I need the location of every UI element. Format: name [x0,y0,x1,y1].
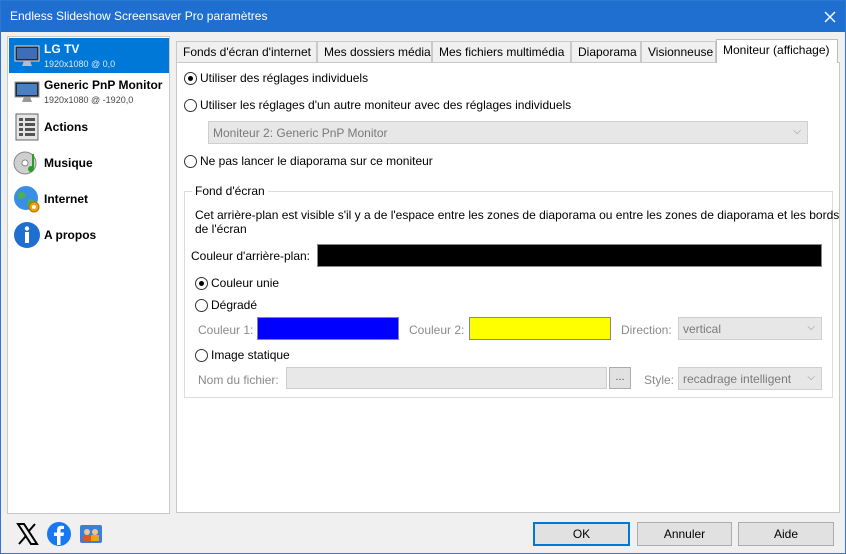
monitor-icon [14,81,40,102]
radio-indicator [195,276,208,290]
radio-label: Ne pas lancer le diaporama sur ce monite… [200,154,433,168]
style-select[interactable]: recadrage intelligent ⌵ [678,367,822,390]
radio-label: Couleur unie [211,276,280,290]
window-title: Endless Slideshow Screensaver Pro paramè… [10,9,268,23]
monitor-icon [14,45,40,66]
monitor-resolution: 1920x1080 @ -1920,0 [44,95,134,105]
color2-label: Couleur 2: [409,323,465,337]
radio-other-monitor-settings[interactable]: Utiliser les réglages d'un autre moniteu… [184,98,571,112]
color1-label: Couleur 1: [198,323,254,337]
chevron-down-icon: ⌵ [807,322,815,333]
close-button[interactable] [815,1,845,32]
tab-media-folders[interactable]: Mes dossiers média [317,41,432,62]
tab-internet-wallpapers[interactable]: Fonds d'écran d'internet [176,41,317,62]
other-monitor-select[interactable]: Moniteur 2: Generic PnP Monitor ⌵ [208,121,808,144]
radio-no-slideshow[interactable]: Ne pas lancer le diaporama sur ce monite… [184,154,433,168]
color1-swatch[interactable] [257,317,399,340]
tab-viewer[interactable]: Visionneuse [641,41,716,62]
radio-label: Utiliser les réglages d'un autre moniteu… [200,98,572,112]
sidebar-item-musique[interactable]: Musique [9,146,169,180]
wallpaper-group: Fond d'écran Cet arrière-plan est visibl… [184,184,839,398]
chevron-down-icon: ⌵ [807,372,815,383]
radio-indicator [184,71,197,85]
wallpaper-description: Cet arrière-plan est visible s'il y a de… [195,208,840,222]
bg-color-label: Couleur d'arrière-plan: [191,249,311,263]
settings-window: Endless Slideshow Screensaver Pro paramè… [0,0,846,554]
chevron-down-icon: ⌵ [793,126,801,137]
sidebar-item-monitor-lg-tv[interactable]: LG TV 1920x1080 @ 0,0 [9,38,169,73]
help-button[interactable]: Aide [738,522,834,546]
filename-label: Nom du fichier: [198,373,279,387]
cancel-button[interactable]: Annuler [637,522,732,546]
radio-indicator [195,348,208,362]
radio-indicator [184,154,197,168]
tab-media-files[interactable]: Mes fichiers multimédia [432,41,571,62]
direction-label: Direction: [621,323,672,337]
browse-button[interactable]: ... [609,367,631,389]
x-logo-icon[interactable] [14,521,40,547]
music-disc-icon [13,151,37,175]
color2-swatch[interactable] [469,317,611,340]
radio-label: Dégradé [211,298,258,312]
sidebar-item-a-propos[interactable]: A propos [9,218,169,252]
title-bar: Endless Slideshow Screensaver Pro paramè… [1,1,845,32]
monitor-name: Generic PnP Monitor [44,78,163,92]
select-value: vertical [683,322,722,336]
radio-indicator [195,298,208,312]
facebook-icon[interactable] [46,521,72,547]
radio-individual-settings[interactable]: Utiliser des réglages individuels [184,71,368,85]
close-icon [824,11,836,22]
monitor-resolution: 1920x1080 @ 0,0 [44,59,116,69]
sidebar-item-label: Internet [44,192,89,206]
sidebar-item-label: A propos [44,228,97,242]
globe-icon [14,186,40,213]
wallpaper-description-cont: de l'écran [195,222,247,236]
style-label: Style: [644,373,675,387]
monitor-name: LG TV [44,42,80,56]
radio-label: Image statique [211,348,290,362]
filename-input[interactable] [286,367,607,389]
tab-slideshow[interactable]: Diaporama [571,41,641,62]
sidebar-item-internet[interactable]: Internet [9,182,169,216]
radio-gradient[interactable]: Dégradé [195,298,257,312]
select-value: Moniteur 2: Generic PnP Monitor [213,126,388,140]
sidebar: LG TV 1920x1080 @ 0,0 Generic PnP Monito… [7,36,170,514]
sidebar-item-label: Musique [44,156,93,170]
tab-monitor[interactable]: Moniteur (affichage) [716,39,838,63]
group-title: Fond d'écran [192,184,268,198]
radio-solid-color[interactable]: Couleur unie [195,276,279,290]
radio-indicator [184,98,197,112]
list-icon [15,113,39,141]
info-icon [14,222,40,248]
sidebar-item-label: Actions [44,120,89,134]
radio-static-image[interactable]: Image statique [195,348,290,362]
community-icon[interactable] [78,521,104,547]
sidebar-item-monitor-generic[interactable]: Generic PnP Monitor 1920x1080 @ -1920,0 [9,74,169,109]
monitor-settings-panel: Utiliser des réglages individuels Utilis… [176,62,840,513]
select-value: recadrage intelligent [683,372,792,386]
ok-button[interactable]: OK [533,522,630,546]
radio-label: Utiliser des réglages individuels [200,71,369,85]
direction-select[interactable]: vertical ⌵ [678,317,822,340]
bg-color-swatch[interactable] [317,244,822,267]
sidebar-item-actions[interactable]: Actions [9,110,169,144]
